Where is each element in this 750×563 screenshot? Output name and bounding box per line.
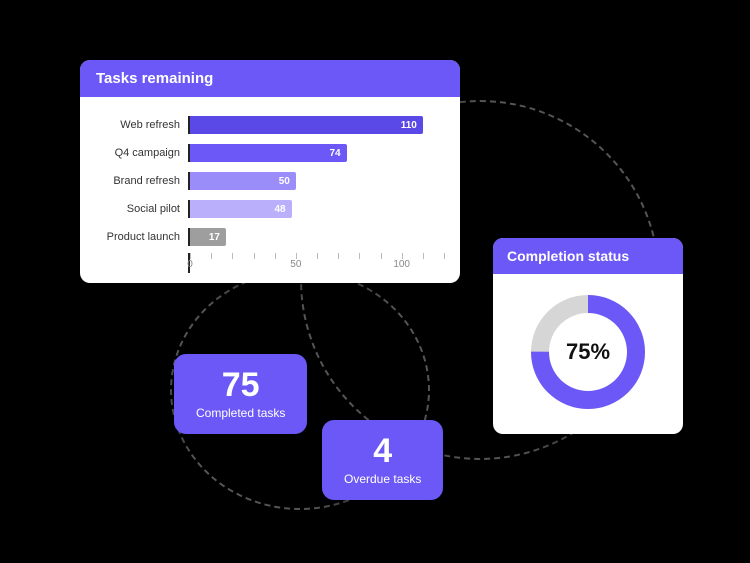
bar-row: Product launch17 bbox=[96, 225, 444, 249]
bar: 17 bbox=[190, 228, 226, 246]
x-tick-label: 50 bbox=[290, 259, 301, 270]
completion-percent-label: 75% bbox=[528, 292, 648, 412]
tasks-remaining-title: Tasks remaining bbox=[80, 60, 460, 97]
x-tick bbox=[211, 253, 212, 259]
bar-category-label: Q4 campaign bbox=[96, 147, 188, 159]
x-tick bbox=[338, 253, 339, 259]
bar: 50 bbox=[190, 172, 296, 190]
bar-track: 48 bbox=[188, 200, 444, 218]
bar-track: 50 bbox=[188, 172, 444, 190]
x-tick-label: 100 bbox=[393, 259, 410, 270]
x-tick bbox=[275, 253, 276, 259]
completion-status-card: Completion status 75% bbox=[493, 238, 683, 434]
completed-tasks-label: Completed tasks bbox=[196, 406, 285, 420]
completed-tasks-value: 75 bbox=[196, 368, 285, 402]
overdue-tasks-tile: 4 Overdue tasks bbox=[322, 420, 443, 500]
x-tick bbox=[232, 253, 233, 259]
bar-row: Brand refresh50 bbox=[96, 169, 444, 193]
bar-row: Social pilot48 bbox=[96, 197, 444, 221]
overdue-tasks-value: 4 bbox=[344, 434, 421, 468]
bar-category-label: Brand refresh bbox=[96, 175, 188, 187]
overdue-tasks-label: Overdue tasks bbox=[344, 472, 421, 486]
bar-track: 17 bbox=[188, 228, 444, 246]
x-axis-track: 0 50 100 bbox=[188, 253, 444, 273]
x-axis: 0 50 100 bbox=[96, 253, 444, 273]
completion-donut: 75% bbox=[528, 292, 648, 412]
x-tick bbox=[381, 253, 382, 259]
x-tick bbox=[317, 253, 318, 259]
canvas: Tasks remaining Web refresh110 Q4 campaig… bbox=[0, 0, 750, 563]
bar-category-label: Social pilot bbox=[96, 203, 188, 215]
bar-track: 74 bbox=[188, 144, 444, 162]
x-tick bbox=[254, 253, 255, 259]
bar: 48 bbox=[190, 200, 292, 218]
completed-tasks-tile: 75 Completed tasks bbox=[174, 354, 307, 434]
x-tick bbox=[359, 253, 360, 259]
x-tick-label: 0 bbox=[187, 259, 193, 270]
bar-category-label: Web refresh bbox=[96, 119, 188, 131]
tasks-remaining-card: Tasks remaining Web refresh110 Q4 campaig… bbox=[80, 60, 460, 283]
bar: 74 bbox=[190, 144, 347, 162]
bar-category-label: Product launch bbox=[96, 231, 188, 243]
completion-status-title: Completion status bbox=[493, 238, 683, 274]
completion-donut-wrap: 75% bbox=[493, 274, 683, 434]
x-tick bbox=[423, 253, 424, 259]
tasks-bar-chart: Web refresh110 Q4 campaign74 Brand refresh… bbox=[80, 97, 460, 283]
bar-row: Web refresh110 bbox=[96, 113, 444, 137]
bar-row: Q4 campaign74 bbox=[96, 141, 444, 165]
bar: 110 bbox=[190, 116, 423, 134]
bar-track: 110 bbox=[188, 116, 444, 134]
x-tick bbox=[444, 253, 445, 259]
